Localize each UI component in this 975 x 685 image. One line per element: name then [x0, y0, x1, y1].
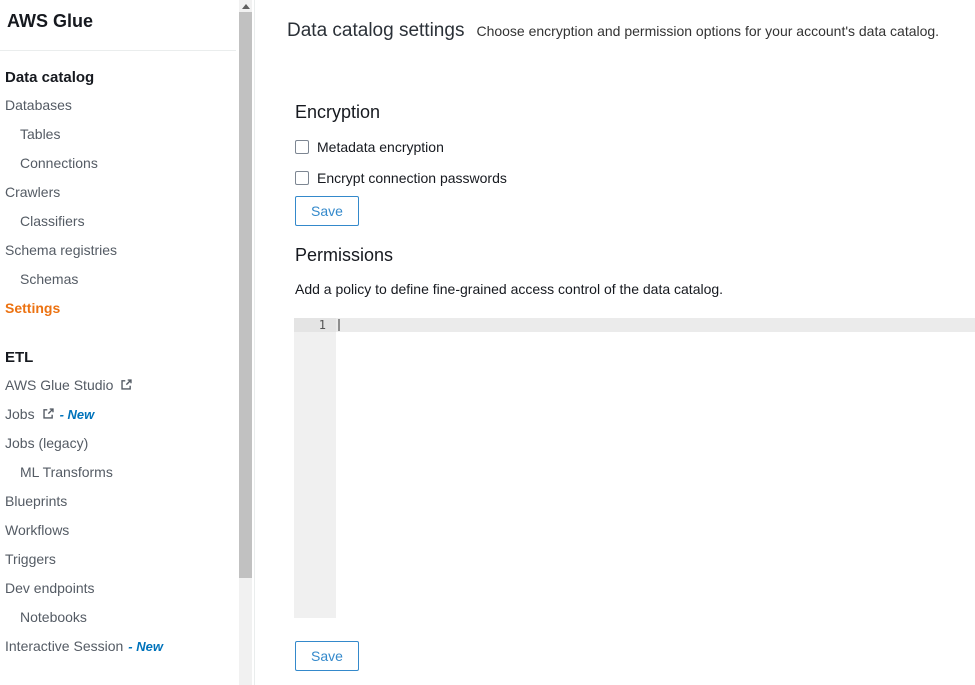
encrypt-passwords-checkbox[interactable]	[295, 171, 309, 185]
encryption-save-button[interactable]: Save	[295, 196, 359, 226]
page-subtitle: Choose encryption and permission options…	[476, 23, 939, 39]
external-link-icon	[42, 407, 55, 420]
sidebar-item-notebooks[interactable]: Notebooks	[0, 603, 236, 632]
metadata-encryption-checkbox-row[interactable]: Metadata encryption	[295, 136, 975, 158]
editor-cursor	[338, 319, 340, 331]
sidebar-item-ml-transforms[interactable]: ML Transforms	[0, 458, 236, 487]
new-badge: - New	[128, 639, 163, 654]
sidebar-item-interactive-session[interactable]: Interactive Session- New	[0, 632, 236, 661]
sidebar-item-dev-endpoints[interactable]: Dev endpoints	[0, 574, 236, 603]
permissions-save-button[interactable]: Save	[295, 641, 359, 671]
metadata-encryption-checkbox[interactable]	[295, 140, 309, 154]
sidebar-item-connections[interactable]: Connections	[0, 149, 236, 178]
editor-input-area[interactable]	[336, 318, 975, 618]
sidebar-item-crawlers[interactable]: Crawlers	[0, 178, 236, 207]
metadata-encryption-label: Metadata encryption	[317, 139, 444, 155]
sidebar-item-schemas[interactable]: Schemas	[0, 265, 236, 294]
sidebar-item-blueprints[interactable]: Blueprints	[0, 487, 236, 516]
encryption-heading: Encryption	[295, 100, 975, 124]
sidebar-item-triggers[interactable]: Triggers	[0, 545, 236, 574]
app-title: AWS Glue	[0, 9, 236, 33]
external-link-icon	[120, 378, 133, 391]
sidebar-item-jobs-legacy[interactable]: Jobs (legacy)	[0, 429, 236, 458]
nav-data-catalog: Databases Tables Connections Crawlers Cl…	[0, 91, 236, 323]
encrypt-passwords-label: Encrypt connection passwords	[317, 170, 507, 186]
page-title: Data catalog settings	[287, 17, 464, 45]
sidebar: AWS Glue Data catalog Databases Tables C…	[0, 0, 255, 685]
page-header: Data catalog settings Choose encryption …	[287, 17, 975, 45]
nav-etl: AWS Glue Studio Jobs- New Jobs (legacy) …	[0, 371, 236, 661]
main-content: Data catalog settings Choose encryption …	[255, 0, 975, 685]
encrypt-passwords-checkbox-row[interactable]: Encrypt connection passwords	[295, 167, 975, 189]
policy-code-editor: 1	[294, 318, 975, 618]
nav-heading-etl: ETL	[0, 345, 236, 371]
sidebar-item-databases[interactable]: Databases	[0, 91, 236, 120]
sidebar-item-settings[interactable]: Settings	[0, 294, 236, 323]
page: AWS Glue Data catalog Databases Tables C…	[0, 0, 975, 685]
scrollbar-thumb[interactable]	[239, 12, 252, 578]
sidebar-item-jobs[interactable]: Jobs- New	[0, 400, 236, 429]
editor-line-number: 1	[294, 318, 336, 332]
sidebar-divider	[0, 50, 236, 51]
scrollbar-up-arrow-icon[interactable]	[239, 0, 252, 12]
sidebar-scrollbar[interactable]	[239, 0, 252, 685]
sidebar-item-aws-glue-studio[interactable]: AWS Glue Studio	[0, 371, 236, 400]
new-badge: - New	[60, 407, 95, 422]
permissions-description: Add a policy to define fine-grained acce…	[295, 279, 975, 299]
editor-gutter: 1	[294, 318, 336, 618]
nav-heading-data-catalog: Data catalog	[0, 65, 236, 91]
sidebar-item-schema-registries[interactable]: Schema registries	[0, 236, 236, 265]
sidebar-item-tables[interactable]: Tables	[0, 120, 236, 149]
encryption-section: Encryption Metadata encryption Encrypt c…	[295, 100, 975, 671]
editor-active-line	[336, 318, 975, 332]
sidebar-item-classifiers[interactable]: Classifiers	[0, 207, 236, 236]
sidebar-item-workflows[interactable]: Workflows	[0, 516, 236, 545]
permissions-heading: Permissions	[295, 243, 975, 267]
